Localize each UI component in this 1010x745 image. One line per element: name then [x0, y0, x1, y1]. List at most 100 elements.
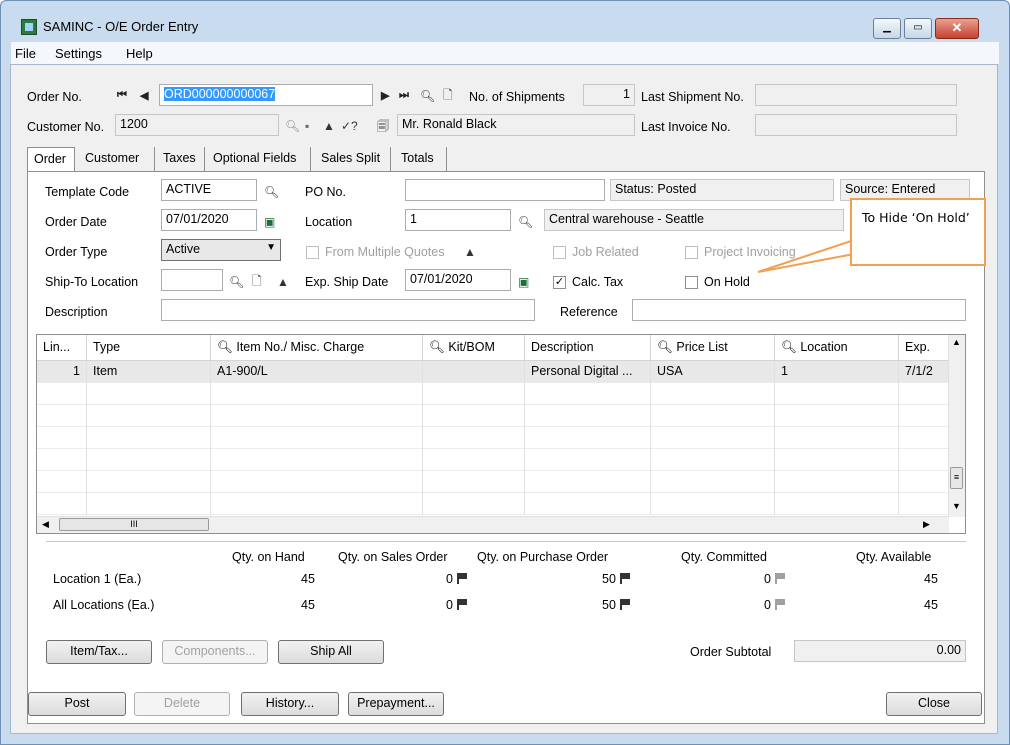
close-button[interactable]: Close [886, 692, 982, 716]
table-row[interactable] [37, 471, 949, 493]
item-finder-icon[interactable]: 🔍︎ [217, 340, 233, 354]
customer-zoom-icon[interactable]: ▲ [323, 119, 335, 133]
next-record-icon[interactable]: ▶ [381, 89, 389, 102]
empty-cell [651, 471, 775, 493]
close-window-button[interactable]: ✕ [935, 18, 979, 39]
location-finder-icon[interactable]: 🔍︎ [518, 215, 533, 229]
order-type-select[interactable]: Active ▼ [161, 239, 281, 261]
qty-value: 50 [602, 598, 616, 612]
prepayment-button[interactable]: Prepayment... [348, 692, 444, 716]
col-item-no[interactable]: 🔍︎ Item No./ Misc. Charge [211, 335, 423, 361]
col-exp[interactable]: Exp. [899, 335, 949, 361]
maximize-button[interactable]: ▭ [904, 18, 932, 39]
location-col-finder-icon[interactable]: 🔍︎ [781, 340, 797, 354]
customer-no-field[interactable]: 1200 [115, 114, 279, 136]
kit-finder-icon[interactable]: 🔍︎ [429, 340, 445, 354]
col-type[interactable]: Type [87, 335, 211, 361]
order-finder-icon[interactable]: 🔍︎ [420, 89, 435, 103]
empty-cell [525, 493, 651, 515]
components-button[interactable]: Components... [162, 640, 268, 664]
order-no-label: Order No. [27, 90, 82, 104]
order-detail-grid: Lin... Type 🔍︎ Item No./ Misc. Charge 🔍︎… [36, 334, 966, 534]
price-list-finder-icon[interactable]: 🔍︎ [657, 340, 673, 354]
col-price-list[interactable]: 🔍︎ Price List [651, 335, 775, 361]
location-input[interactable]: 1 [405, 209, 511, 231]
template-code-input[interactable]: ACTIVE [161, 179, 257, 201]
from-multiple-quotes-checkbox[interactable] [306, 246, 319, 259]
last-record-icon[interactable]: ⏭ [399, 89, 409, 102]
horizontal-scroll-thumb[interactable]: III [59, 518, 209, 531]
first-record-icon[interactable]: ⏮ [117, 89, 127, 102]
template-finder-icon[interactable]: 🔍︎ [264, 185, 279, 199]
exp-ship-date-input[interactable]: 07/01/2020 [405, 269, 511, 291]
history-button[interactable]: History... [241, 692, 339, 716]
project-invoicing-checkbox[interactable] [685, 246, 698, 259]
tab-taxes[interactable]: Taxes [157, 147, 205, 171]
po-no-input[interactable] [405, 179, 605, 201]
empty-cell [423, 449, 525, 471]
drilldown-icon[interactable] [774, 573, 785, 584]
scroll-up-icon[interactable]: ▲ [952, 337, 961, 347]
post-button[interactable]: Post [28, 692, 126, 716]
delete-button[interactable]: Delete [134, 692, 230, 716]
exp-ship-date-calendar-icon[interactable]: ▣ [518, 275, 529, 289]
shipments-field: 1 [583, 84, 635, 106]
table-row[interactable] [37, 427, 949, 449]
table-row[interactable] [37, 405, 949, 427]
vertical-scroll-thumb[interactable]: ≡ [950, 467, 963, 489]
order-date-calendar-icon[interactable]: ▣ [264, 215, 275, 229]
col-description[interactable]: Description [525, 335, 651, 361]
order-no-input[interactable]: ORD000000000067 [159, 84, 373, 106]
drilldown-icon[interactable] [456, 599, 467, 610]
previous-record-icon[interactable]: ◀ [140, 89, 148, 102]
qty-value: 0 [446, 598, 453, 612]
col-location[interactable]: 🔍︎ Location [775, 335, 899, 361]
table-row[interactable] [37, 493, 949, 515]
tab-sales-split[interactable]: Sales Split [315, 147, 391, 171]
col-line[interactable]: Lin... [37, 335, 87, 361]
description-input[interactable] [161, 299, 535, 321]
grid-vertical-scrollbar[interactable]: ▲ ≡ ▼ [948, 335, 965, 517]
ship-to-zoom-icon[interactable]: ▲ [277, 275, 289, 289]
quotes-zoom-icon[interactable]: ▲ [464, 245, 476, 259]
drilldown-icon[interactable] [619, 599, 630, 610]
ship-all-button[interactable]: Ship All [278, 640, 384, 664]
on-hold-checkbox[interactable] [685, 276, 698, 289]
order-date-input[interactable]: 07/01/2020 [161, 209, 257, 231]
customer-finder-icon[interactable]: 🔍︎ [285, 119, 300, 133]
scroll-right-icon[interactable]: ▶ [923, 519, 930, 530]
col-kit-bom[interactable]: 🔍︎ Kit/BOM [423, 335, 525, 361]
order-no-value: ORD000000000067 [164, 87, 276, 101]
empty-cell [87, 449, 211, 471]
job-related-checkbox[interactable] [553, 246, 566, 259]
scroll-left-icon[interactable]: ◀ [42, 519, 49, 530]
new-order-icon[interactable]: 🗋 [443, 88, 453, 102]
menu-help[interactable]: Help [126, 46, 153, 61]
grid-header-row: Lin... Type 🔍︎ Item No./ Misc. Charge 🔍︎… [37, 335, 949, 361]
grid-horizontal-scrollbar[interactable]: ◀ III ▶ [37, 516, 949, 533]
minimize-button[interactable]: ▁ [873, 18, 901, 39]
table-row[interactable] [37, 383, 949, 405]
ship-to-input[interactable] [161, 269, 223, 291]
scroll-down-icon[interactable]: ▼ [952, 501, 961, 511]
tab-totals[interactable]: Totals [395, 147, 447, 171]
reference-input[interactable] [632, 299, 966, 321]
ship-to-finder-icon[interactable]: 🔍︎ [229, 275, 244, 289]
customer-new-icon[interactable]: ▪ [305, 119, 309, 133]
tab-customer[interactable]: Customer [79, 147, 155, 171]
tab-order[interactable]: Order [27, 147, 75, 172]
drilldown-icon[interactable] [619, 573, 630, 584]
drilldown-icon[interactable] [456, 573, 467, 584]
item-tax-button[interactable]: Item/Tax... [46, 640, 152, 664]
customer-info-icon[interactable]: 🗐 [377, 119, 389, 133]
table-row[interactable] [37, 449, 949, 471]
table-row[interactable]: 1 Item A1-900/L Personal Digital ... USA… [37, 361, 949, 383]
qty-on-purchase-header: Qty. on Purchase Order [477, 550, 609, 564]
drilldown-icon[interactable] [774, 599, 785, 610]
customer-check-icon[interactable]: ✓? [341, 119, 358, 133]
tab-optional-fields[interactable]: Optional Fields [207, 147, 311, 171]
calc-tax-checkbox[interactable]: ✓ [553, 276, 566, 289]
ship-to-new-icon[interactable]: 🗋 [252, 274, 262, 288]
menu-file[interactable]: File [15, 46, 36, 61]
menu-settings[interactable]: Settings [55, 46, 102, 61]
